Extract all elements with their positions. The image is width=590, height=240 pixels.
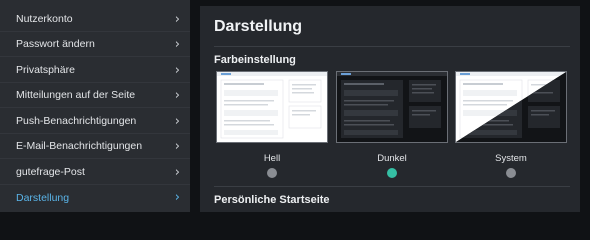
sidebar-item-passwort[interactable]: Passwort ändern › bbox=[0, 32, 190, 57]
theme-label: Hell bbox=[263, 153, 281, 164]
sidebar-item-label: Privatsphäre bbox=[16, 64, 75, 76]
sidebar-item-nutzerkonto[interactable]: Nutzerkonto › bbox=[0, 7, 190, 32]
chevron-right-icon: › bbox=[174, 62, 180, 78]
sidebar-item-label: Passwort ändern bbox=[16, 38, 95, 50]
sidebar-item-label: gutefrage-Post bbox=[16, 166, 85, 178]
divider bbox=[214, 186, 570, 187]
sidebar-item-mitteilungen[interactable]: Mitteilungen auf der Seite › bbox=[0, 83, 190, 108]
chevron-right-icon: › bbox=[174, 87, 180, 103]
sidebar-item-label: Nutzerkonto bbox=[16, 13, 73, 25]
sidebar-item-email[interactable]: E-Mail-Benachrichtigungen › bbox=[0, 134, 190, 159]
chevron-right-icon: › bbox=[174, 190, 180, 205]
sidebar-item-push[interactable]: Push-Benachrichtigungen › bbox=[0, 109, 190, 134]
theme-option-hell[interactable]: Hell bbox=[216, 71, 328, 178]
theme-preview-light[interactable] bbox=[216, 71, 328, 143]
sidebar-item-label: Push-Benachrichtigungen bbox=[16, 115, 137, 127]
theme-label: Dunkel bbox=[377, 153, 407, 164]
theme-preview-system[interactable] bbox=[455, 71, 567, 143]
settings-main-panel: Darstellung Farbeinstellung Hell Dunkel … bbox=[200, 6, 580, 212]
section-title-startseite: Persönliche Startseite bbox=[214, 194, 330, 206]
sidebar-item-label: Mitteilungen auf der Seite bbox=[16, 89, 136, 101]
sidebar-item-privatsphaere[interactable]: Privatsphäre › bbox=[0, 58, 190, 83]
chevron-right-icon: › bbox=[174, 36, 180, 52]
dark-preview-image bbox=[337, 72, 447, 142]
settings-sidebar: Nutzerkonto › Passwort ändern › Privatsp… bbox=[0, 0, 190, 212]
radio-button-system[interactable] bbox=[506, 168, 516, 178]
chevron-right-icon: › bbox=[174, 113, 180, 129]
sidebar-item-label: Darstellung bbox=[16, 191, 70, 204]
section-title-farbeinstellung: Farbeinstellung bbox=[214, 54, 296, 66]
radio-button-dunkel[interactable] bbox=[387, 168, 397, 178]
theme-option-dunkel[interactable]: Dunkel bbox=[336, 71, 448, 178]
theme-option-system[interactable]: System bbox=[455, 71, 567, 178]
theme-preview-dark[interactable] bbox=[336, 71, 448, 143]
light-preview-image bbox=[217, 72, 327, 142]
sidebar-item-gutefrage-post[interactable]: gutefrage-Post › bbox=[0, 160, 190, 185]
radio-button-hell[interactable] bbox=[267, 168, 277, 178]
theme-label: System bbox=[495, 153, 527, 164]
sidebar-item-darstellung[interactable]: Darstellung › bbox=[0, 185, 190, 210]
sidebar-item-label: E-Mail-Benachrichtigungen bbox=[16, 140, 143, 152]
chevron-right-icon: › bbox=[174, 138, 180, 154]
chevron-right-icon: › bbox=[174, 11, 180, 27]
divider bbox=[214, 46, 570, 47]
page-title: Darstellung bbox=[214, 18, 303, 35]
chevron-right-icon: › bbox=[174, 164, 180, 180]
system-preview-image bbox=[456, 72, 566, 142]
